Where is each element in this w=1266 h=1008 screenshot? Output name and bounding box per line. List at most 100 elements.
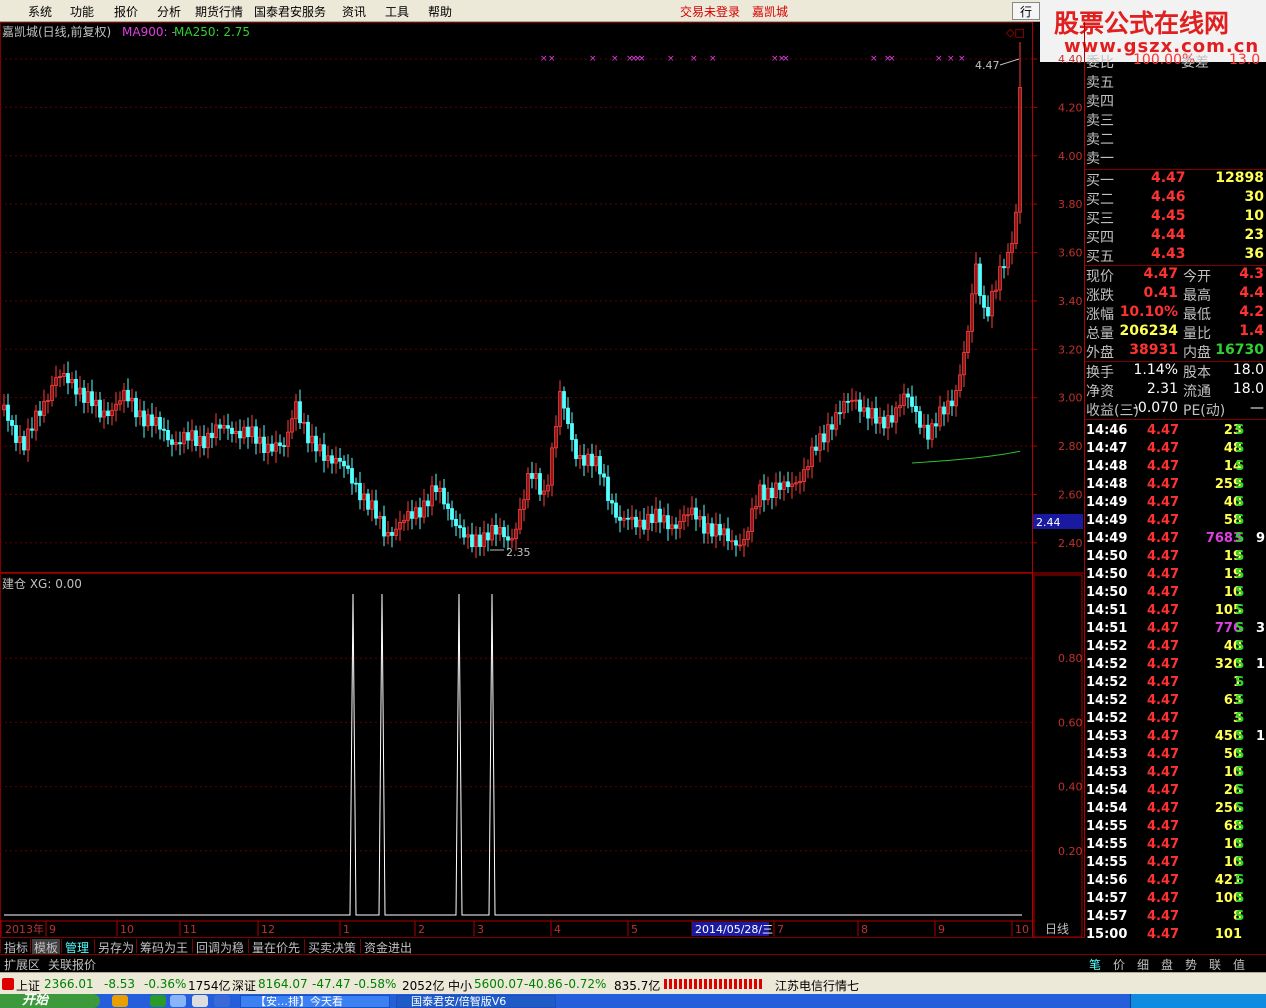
tick-row[interactable]: 14:48 4.47 259 S: [1085, 477, 1266, 495]
candle-body: [882, 416, 886, 429]
tick-row[interactable]: 14:57 4.47 100 S: [1085, 891, 1266, 909]
buy-level-row[interactable]: 买四 4.44 23: [1085, 227, 1266, 246]
sz-amount: 2052亿: [402, 979, 445, 993]
buy-level-row[interactable]: 买一 4.47 12898: [1085, 170, 1266, 189]
tab-3[interactable]: 另存为: [96, 939, 136, 955]
stat-row[interactable]: 总量 206234 量比 1.4: [1085, 323, 1266, 342]
candle-body: [626, 517, 630, 520]
tick-row[interactable]: 14:52 4.47 63 S: [1085, 693, 1266, 711]
tick-row[interactable]: 14:54 4.47 256 S: [1085, 801, 1266, 819]
zx-label[interactable]: 中小: [448, 977, 472, 994]
tick-time: 14:48: [1086, 459, 1128, 474]
stat2-row[interactable]: 净资 2.31 流通 18.0: [1085, 381, 1266, 400]
tick-row[interactable]: 14:53 4.47 450 S 1: [1085, 729, 1266, 747]
sell-level-row[interactable]: 卖一: [1085, 148, 1266, 167]
tick-row[interactable]: 14:52 4.47 3 S: [1085, 711, 1266, 729]
taskbar-item-gtja[interactable]: 国泰君安/倍智版V6: [396, 995, 556, 1008]
index-status-bar: 上证 2366.01 -8.53 -0.36% 1754亿 深证 8164.07…: [0, 972, 1266, 994]
detail-tab-1[interactable]: 价: [1113, 956, 1125, 973]
tick-row[interactable]: 14:54 4.47 26 S: [1085, 783, 1266, 801]
menu-system[interactable]: 系统: [28, 3, 52, 20]
menu-help[interactable]: 帮助: [428, 3, 452, 20]
tab-8[interactable]: 资金进出: [362, 939, 414, 955]
menu-function[interactable]: 功能: [70, 3, 94, 20]
stat-row[interactable]: 涨幅 10.10% 最低 4.2: [1085, 304, 1266, 323]
tick-row[interactable]: 14:57 4.47 8 S: [1085, 909, 1266, 927]
menu-gtja-service[interactable]: 国泰君安服务: [254, 3, 326, 20]
chart-area[interactable]: 嘉凯城(日线,前复权) MA900: - MA250: 2.75 ◇□ 4.40…: [0, 22, 1085, 952]
order-ratio-row[interactable]: 委比 100.00% 委差 13.0: [1085, 52, 1266, 71]
buy-level-row[interactable]: 买五 4.43 36: [1085, 246, 1266, 265]
menu-futures[interactable]: 期货行情: [195, 3, 243, 20]
tick-row[interactable]: 14:51 4.47 776 S 3: [1085, 621, 1266, 639]
explorer-icon[interactable]: [170, 995, 186, 1007]
browser-icon[interactable]: [150, 995, 166, 1007]
tick-row[interactable]: 15:00 4.47 101: [1085, 927, 1266, 945]
kline-chart-svg[interactable]: 嘉凯城(日线,前复权) MA900: - MA250: 2.75 ◇□ 4.40…: [0, 22, 1085, 952]
menu-tools[interactable]: 工具: [385, 3, 409, 20]
buy-level-row[interactable]: 买二 4.46 30: [1085, 189, 1266, 208]
sh-label[interactable]: 上证: [16, 977, 40, 994]
tick-row[interactable]: 14:49 4.47 7683 S 9: [1085, 531, 1266, 549]
login-status[interactable]: 交易未登录: [680, 3, 740, 20]
tick-row[interactable]: 14:53 4.47 10 S: [1085, 765, 1266, 783]
tab-7[interactable]: 买卖决策: [306, 939, 358, 955]
tab-4[interactable]: 筹码为王: [138, 939, 190, 955]
menu-news[interactable]: 资讯: [342, 3, 366, 20]
detail-tab-2[interactable]: 细: [1137, 956, 1149, 973]
menu-quote[interactable]: 报价: [114, 3, 138, 20]
stat-row[interactable]: 外盘 38931 内盘 16730: [1085, 342, 1266, 361]
taskbar-item-note[interactable]: 【安…排】今天看: [240, 995, 390, 1008]
tab-1[interactable]: 模板: [32, 939, 61, 955]
tick-row[interactable]: 14:48 4.47 14 S: [1085, 459, 1266, 477]
tick-row[interactable]: 14:46 4.47 23 S: [1085, 423, 1266, 441]
tick-row[interactable]: 14:56 4.47 421 S: [1085, 873, 1266, 891]
tab-5[interactable]: 回调为稳: [194, 939, 246, 955]
tab-0[interactable]: 指标: [2, 939, 30, 955]
tick-row[interactable]: 14:49 4.47 58 S: [1085, 513, 1266, 531]
tick-row[interactable]: 14:50 4.47 19 S: [1085, 567, 1266, 585]
sell-level-row[interactable]: 卖五: [1085, 72, 1266, 91]
tick-row[interactable]: 14:55 4.47 68 S: [1085, 819, 1266, 837]
detail-tab-5[interactable]: 联: [1209, 956, 1221, 973]
detail-tab-3[interactable]: 盘: [1161, 956, 1173, 973]
tick-row[interactable]: 14:50 4.47 10 S: [1085, 585, 1266, 603]
tab-6[interactable]: 量在价先: [250, 939, 302, 955]
app-icon[interactable]: [214, 995, 230, 1007]
tick-row[interactable]: 14:51 4.47 105 S: [1085, 603, 1266, 621]
tick-row[interactable]: 14:49 4.47 40 S: [1085, 495, 1266, 513]
tick-row[interactable]: 14:53 4.47 50 S: [1085, 747, 1266, 765]
tick-row[interactable]: 14:55 4.47 10 S: [1085, 837, 1266, 855]
sell-level-row[interactable]: 卖二: [1085, 129, 1266, 148]
tick-row[interactable]: 14:50 4.47 19 S: [1085, 549, 1266, 567]
detail-tab-0[interactable]: 笔: [1089, 956, 1101, 973]
tick-row[interactable]: 14:47 4.47 48 S: [1085, 441, 1266, 459]
buy-level-row[interactable]: 买三 4.45 10: [1085, 208, 1266, 227]
tab-related-quote[interactable]: 关联报价: [46, 956, 98, 972]
tick-row[interactable]: 14:52 4.47 320 S 1: [1085, 657, 1266, 675]
tick-row[interactable]: 14:52 4.47 40 S: [1085, 639, 1266, 657]
stat2-row[interactable]: 收益(三) -0.070 PE(动) —: [1085, 400, 1266, 419]
tick-row[interactable]: 14:52 4.47 1 S: [1085, 675, 1266, 693]
server-name[interactable]: 江苏电信行情七: [775, 977, 859, 994]
corner-icons[interactable]: ◇□: [1006, 26, 1025, 39]
stat-row[interactable]: 现价 4.47 今开 4.3: [1085, 266, 1266, 285]
stat2-row[interactable]: 换手 1.14% 股本 18.0: [1085, 362, 1266, 381]
sz-label[interactable]: 深证: [232, 977, 256, 994]
sell-level-row[interactable]: 卖三: [1085, 110, 1266, 129]
detail-tab-4[interactable]: 势: [1185, 956, 1197, 973]
tab-extension-area[interactable]: 扩展区: [2, 956, 42, 972]
period-label[interactable]: 日线: [1045, 922, 1069, 936]
tick-row[interactable]: 14:55 4.47 10 S: [1085, 855, 1266, 873]
menu-analysis[interactable]: 分析: [157, 3, 181, 20]
stat-row[interactable]: 涨跌 0.41 最高 4.4: [1085, 285, 1266, 304]
tab-2[interactable]: 管理: [63, 939, 91, 955]
detail-tab-6[interactable]: 值: [1233, 956, 1245, 973]
start-button[interactable]: 开始: [0, 994, 100, 1008]
quote-switch-button[interactable]: 行: [1012, 2, 1040, 20]
tick-price: 4.47: [1147, 603, 1180, 618]
candle-body: [950, 400, 954, 407]
sell-level-row[interactable]: 卖四: [1085, 91, 1266, 110]
quicklaunch-icon[interactable]: [112, 995, 128, 1007]
clock-icon[interactable]: [192, 995, 208, 1007]
